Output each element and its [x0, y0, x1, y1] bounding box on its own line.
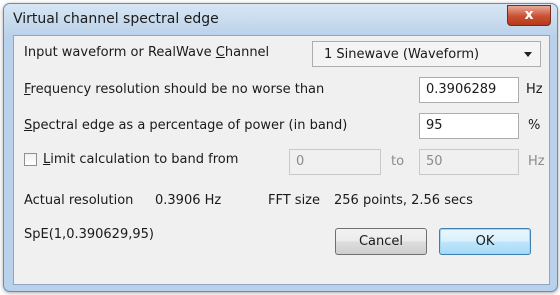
- frequency-resolution-label: Frequency resolution should be no worse …: [24, 82, 325, 97]
- actual-resolution-label: Actual resolution: [24, 193, 134, 208]
- cancel-button[interactable]: Cancel: [335, 228, 427, 255]
- expression-text: SpE(1,0.390629,95): [24, 227, 154, 242]
- band-to-label: to: [391, 154, 405, 169]
- spectral-edge-label: Spectral edge as a percentage of power (…: [24, 118, 348, 133]
- fft-size-label: FFT size: [268, 193, 321, 208]
- band-unit: Hz: [528, 154, 545, 169]
- band-from-input[interactable]: 0: [289, 149, 381, 175]
- actual-resolution-value: 0.3906 Hz: [155, 193, 222, 208]
- input-channel-selected: 1 Sinewave (Waveform): [324, 47, 480, 62]
- frequency-resolution-input[interactable]: 0.3906289: [419, 77, 519, 103]
- fft-size-value: 256 points, 2.56 secs: [334, 193, 473, 208]
- chevron-down-icon[interactable]: [524, 52, 532, 57]
- close-button[interactable]: x: [507, 5, 551, 26]
- dialog-window: Virtual channel spectral edge x Input wa…: [3, 3, 558, 292]
- limit-band-checkbox[interactable]: [24, 153, 37, 166]
- band-to-input[interactable]: 50: [419, 149, 519, 175]
- limit-band-label: Limit calculation to band from: [43, 152, 239, 167]
- input-channel-label: Input waveform or RealWave Channel: [24, 45, 270, 60]
- input-channel-select[interactable]: 1 Sinewave (Waveform): [312, 41, 541, 67]
- dialog-title: Virtual channel spectral edge: [13, 11, 219, 27]
- spectral-edge-input[interactable]: 95: [419, 113, 519, 139]
- frequency-unit: Hz: [526, 82, 543, 97]
- close-icon: x: [524, 7, 534, 23]
- title-bar[interactable]: Virtual channel spectral edge x: [4, 4, 557, 34]
- ok-button[interactable]: OK: [439, 228, 531, 255]
- dialog-body: Input waveform or RealWave Channel 1 Sin…: [13, 35, 550, 285]
- percent-unit: %: [528, 118, 541, 133]
